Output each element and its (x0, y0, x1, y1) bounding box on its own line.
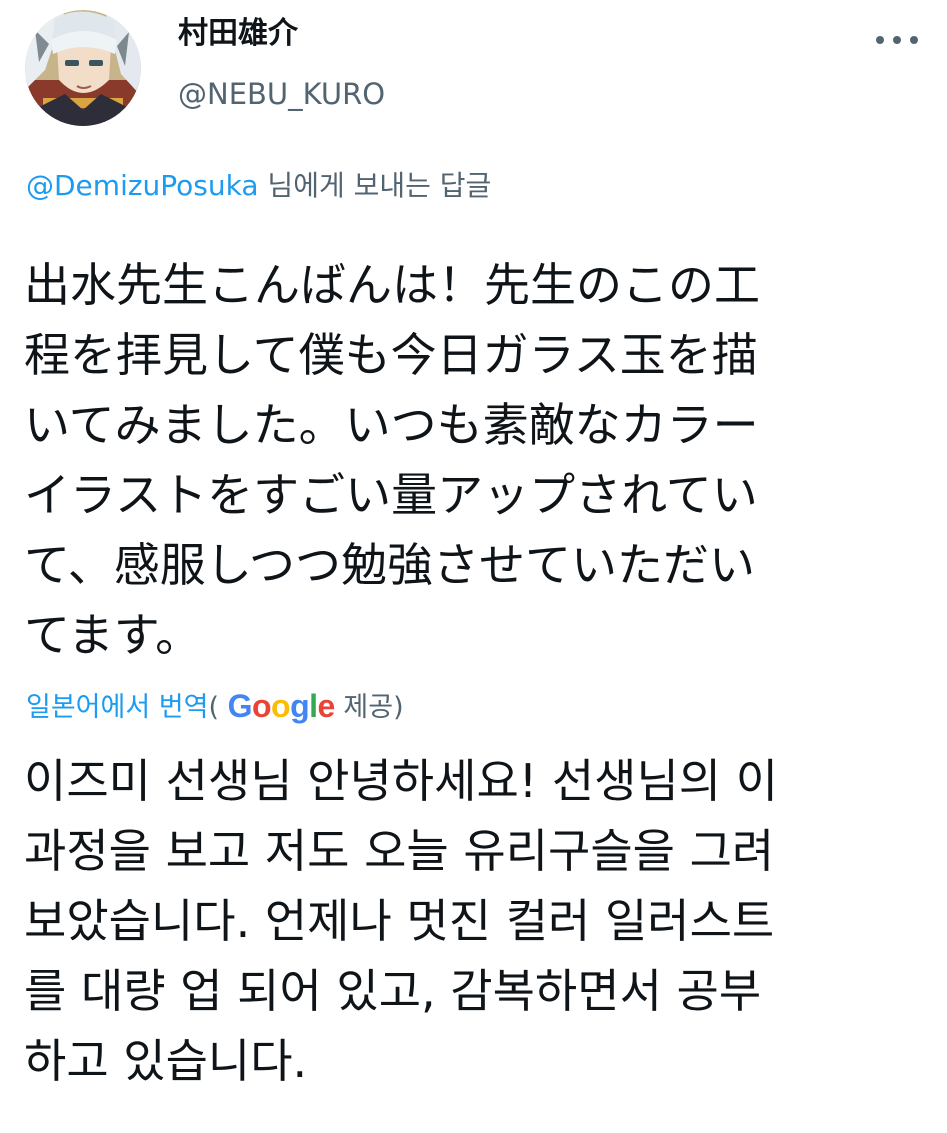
google-logo: Google (227, 688, 336, 724)
display-name[interactable]: 村田雄介 (178, 14, 385, 54)
tweet-text: 出水先生こんばんは！先生のこの工 程を拝見して僕も今日ガラス玉を描 いてみました… (24, 250, 929, 670)
google-letter: o (251, 688, 272, 724)
user-avatar-illustration-icon (25, 10, 141, 126)
google-letter: G (227, 688, 253, 724)
reply-suffix: 님에게 보내는 답글 (258, 169, 492, 202)
tweet-text-line: いてみました。いつも素敵なカラー (24, 398, 759, 452)
google-letter: l (309, 688, 318, 724)
provided-label: 제공) (334, 692, 404, 723)
author-names: 村田雄介 @NEBU_KURO (178, 14, 385, 112)
translated-text-line: 를 대량 업 되어 있고, 감복하면서 공부 (24, 964, 762, 1018)
reply-mention-link[interactable]: @DemizuPosuka (26, 169, 259, 202)
translate-link[interactable]: 일본어에서 번역 (26, 692, 208, 723)
tweet-header: 村田雄介 @NEBU_KURO (22, 6, 925, 126)
tweet-text-line: て、感服しつつ勉強させていただい (24, 538, 755, 592)
google-letter: o (271, 688, 291, 724)
translated-text: 이즈미 선생님 안녕하세요! 선생님의 이 과정을 보고 저도 오늘 유리구슬을… (24, 746, 929, 1096)
google-letter: g (290, 688, 310, 724)
translation-attribution: 일본어에서 번역( Google 제공) (26, 684, 404, 730)
translated-text-line: 이즈미 선생님 안녕하세요! 선생님의 이 (24, 754, 779, 808)
tweet-text-line: 程を拝見して僕も今日ガラス玉を描 (24, 328, 758, 382)
google-letter: e (317, 688, 336, 724)
translated-text-line: 과정을 보고 저도 오늘 유리구슬을 그려 (24, 824, 775, 878)
more-options-icon (876, 36, 918, 44)
reply-context: @DemizuPosuka 님에게 보내는 답글 (26, 166, 491, 206)
user-handle[interactable]: @NEBU_KURO (178, 76, 385, 112)
open-paren: ( (208, 692, 228, 723)
more-options-button[interactable] (869, 20, 925, 60)
avatar[interactable] (25, 10, 141, 126)
tweet-text-line: 出水先生こんばんは！先生のこの工 (24, 258, 760, 312)
translated-text-line: 하고 있습니다. (24, 1034, 308, 1088)
translated-text-line: 보았습니다. 언제나 멋진 컬러 일러스트 (24, 894, 775, 948)
tweet-text-line: イラストをすごい量アップされてい (24, 468, 758, 522)
tweet-text-line: てます。 (24, 608, 202, 662)
